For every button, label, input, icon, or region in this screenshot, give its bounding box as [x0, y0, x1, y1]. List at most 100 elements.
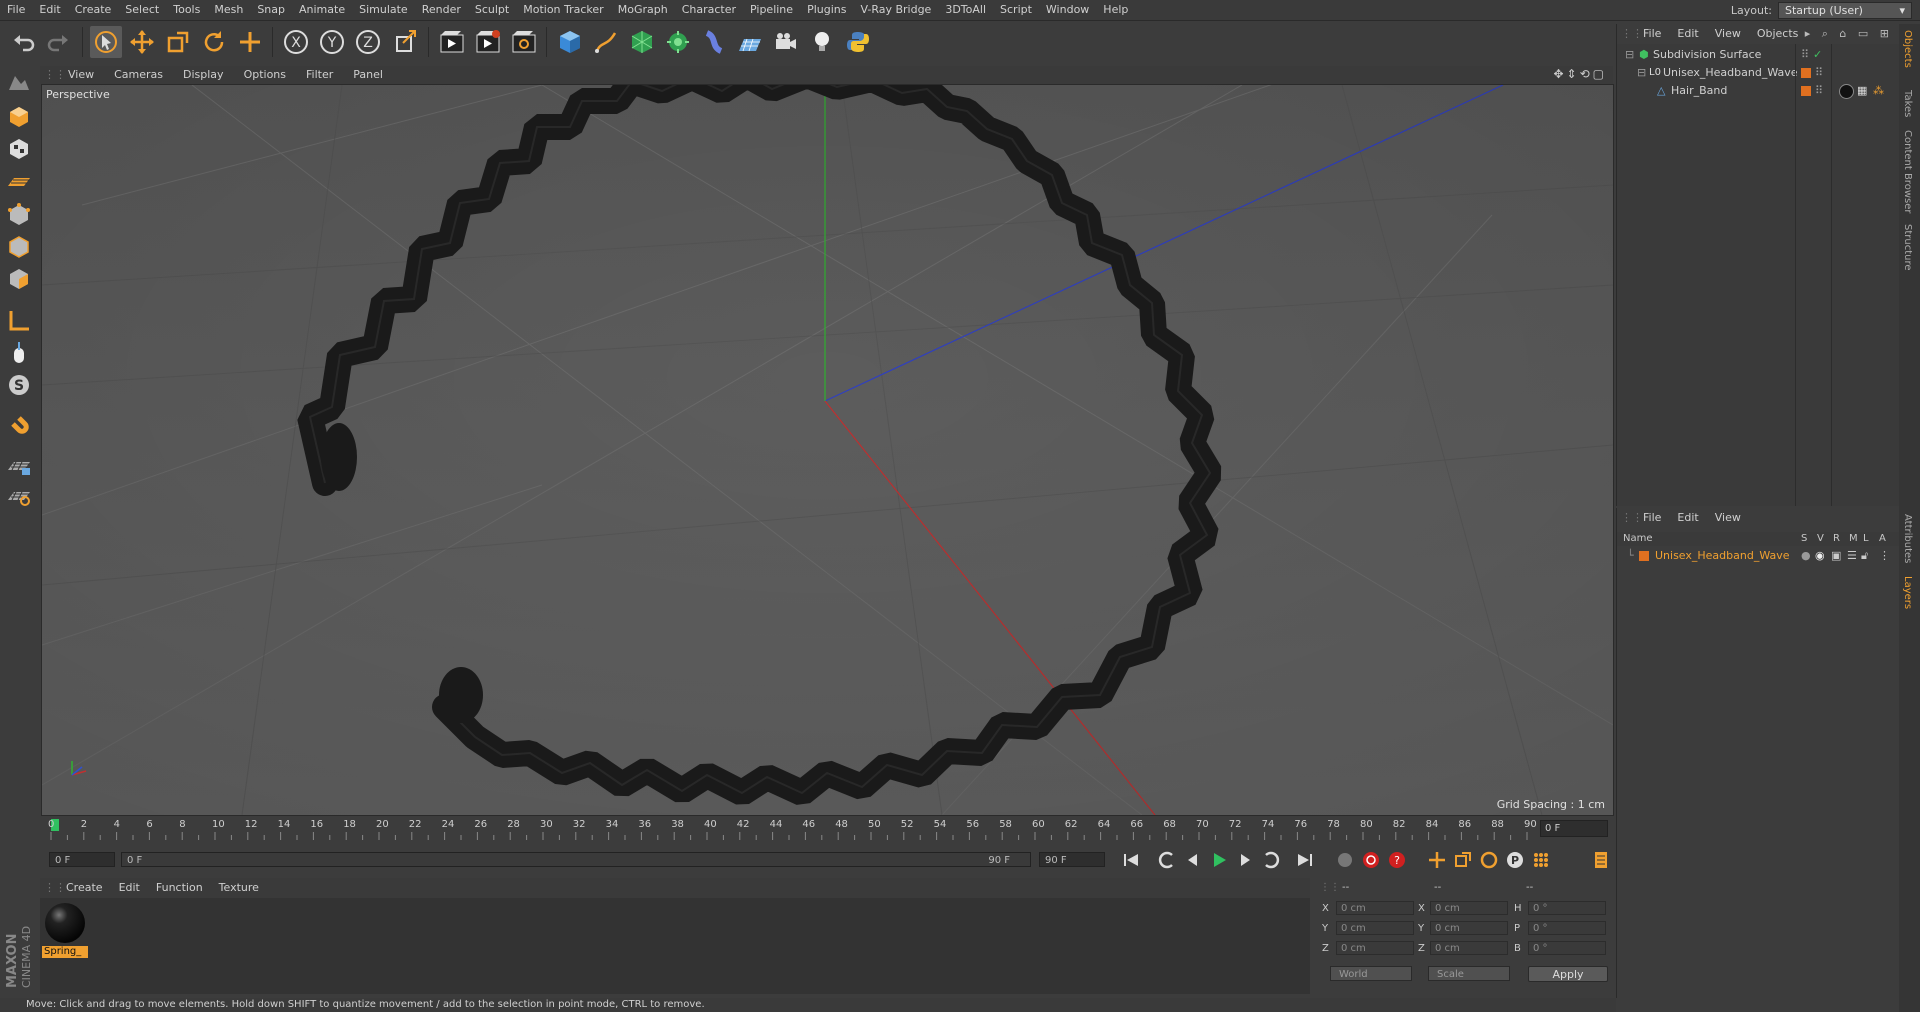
position-x-field[interactable]: 0 cm	[1336, 901, 1414, 915]
tweak-mode-icon[interactable]	[3, 338, 35, 368]
edit-render-settings-icon[interactable]	[508, 26, 540, 58]
menu-animate[interactable]: Animate	[292, 0, 352, 20]
rotate-icon[interactable]	[198, 26, 230, 58]
key-parameter-icon[interactable]: P	[1503, 849, 1527, 871]
snap-icon[interactable]: S	[3, 370, 35, 400]
menu-script[interactable]: Script	[993, 0, 1039, 20]
scale-icon[interactable]	[162, 26, 194, 58]
record-key-icon[interactable]	[1333, 849, 1357, 871]
model-mode-icon[interactable]	[3, 102, 35, 132]
menu-simulate[interactable]: Simulate	[352, 0, 415, 20]
light-icon[interactable]	[806, 26, 838, 58]
key-scale-icon[interactable]	[1451, 849, 1475, 871]
key-rotation-icon[interactable]	[1477, 849, 1501, 871]
tree-collapse-icon[interactable]: ⊟	[1637, 64, 1646, 82]
layer-menu-view[interactable]: View	[1707, 508, 1749, 528]
camera-icon[interactable]	[770, 26, 802, 58]
subdivision-icon[interactable]	[626, 26, 658, 58]
visibility-dots-icon[interactable]: ⠿	[1815, 82, 1823, 100]
menu-character[interactable]: Character	[675, 0, 743, 20]
menu-select[interactable]: Select	[118, 0, 166, 20]
coordinate-system-icon[interactable]	[390, 26, 422, 58]
texture-tag-icon[interactable]: ⁂	[1873, 82, 1884, 100]
size-y-field[interactable]: 0 cm	[1430, 921, 1508, 935]
menu-snap[interactable]: Snap	[250, 0, 292, 20]
menu-plugins[interactable]: Plugins	[800, 0, 853, 20]
tab-takes[interactable]: Takes	[1902, 90, 1913, 117]
apply-button[interactable]: Apply	[1528, 966, 1608, 982]
y-axis-icon[interactable]: Y	[316, 26, 348, 58]
redo-icon[interactable]	[42, 26, 74, 58]
polygons-mode-icon[interactable]	[3, 264, 35, 294]
magnet-icon[interactable]	[3, 410, 35, 440]
menu-file[interactable]: File	[0, 0, 32, 20]
live-selection-icon[interactable]	[90, 26, 122, 58]
key-position-icon[interactable]	[1425, 849, 1449, 871]
layer-menu-file[interactable]: File	[1635, 508, 1669, 528]
viewport-menu-filter[interactable]: Filter	[296, 66, 343, 84]
size-mode-select[interactable]: Scale	[1428, 966, 1510, 981]
menu-mesh[interactable]: Mesh	[207, 0, 250, 20]
coordinate-mode-select[interactable]: World	[1330, 966, 1412, 981]
menu-create[interactable]: Create	[68, 0, 119, 20]
obj-menu-edit[interactable]: Edit	[1669, 24, 1706, 44]
material-tag-icon[interactable]	[1839, 84, 1854, 99]
recent-tool-icon[interactable]	[234, 26, 266, 58]
x-axis-icon[interactable]: X	[280, 26, 312, 58]
planar-workplane-icon[interactable]	[3, 480, 35, 510]
render-view-icon[interactable]	[436, 26, 468, 58]
lock-workplane-icon[interactable]	[3, 450, 35, 480]
next-frame-icon[interactable]	[1233, 849, 1257, 871]
edges-mode-icon[interactable]	[3, 232, 35, 262]
viewport-menu-cameras[interactable]: Cameras	[104, 66, 173, 84]
enabled-check-icon[interactable]: ✓	[1813, 46, 1822, 64]
object-row-subdivision-surface[interactable]: ⊟ ⬢ Subdivision Surface ⠿ ✓	[1617, 46, 1899, 64]
obj-menu-view[interactable]: View	[1707, 24, 1749, 44]
material-menu-edit[interactable]: Edit	[111, 878, 148, 898]
material-menu-texture[interactable]: Texture	[211, 878, 267, 898]
layer-animation-icon[interactable]: ⋮	[1879, 548, 1890, 564]
obj-menu-objects[interactable]: Objects	[1749, 24, 1807, 44]
tab-content-browser[interactable]: Content Browser	[1902, 130, 1913, 213]
rotation-p-field[interactable]: 0 °	[1528, 921, 1606, 935]
layer-color-swatch[interactable]	[1639, 551, 1649, 561]
position-z-field[interactable]: 0 cm	[1336, 941, 1414, 955]
start-frame-field[interactable]: 0 F	[49, 852, 115, 867]
menu-sculpt[interactable]: Sculpt	[468, 0, 516, 20]
layer-view-icon[interactable]: ◉	[1815, 548, 1825, 564]
menu-help[interactable]: Help	[1096, 0, 1135, 20]
auto-key-icon[interactable]	[1359, 849, 1383, 871]
end-frame-field[interactable]: 90 F	[1039, 852, 1105, 867]
position-y-field[interactable]: 0 cm	[1336, 921, 1414, 935]
size-z-field[interactable]: 0 cm	[1430, 941, 1508, 955]
menu-mograph[interactable]: MoGraph	[611, 0, 675, 20]
size-x-field[interactable]: 0 cm	[1430, 901, 1508, 915]
viewport-perspective[interactable]: Perspective Grid Spacing : 1 cm	[41, 84, 1614, 816]
timeline-ruler[interactable]: 0 2 4 6 8 10 12 14 16 18 20 22 24 26 28 30 32 34 36 38 40 42 4…	[41, 816, 1612, 846]
material-menu-create[interactable]: Create	[58, 878, 111, 898]
deformer-icon[interactable]	[698, 26, 730, 58]
obj-search-icons[interactable]: ▸ ⌕ ⌂ ▭ ⊞	[1805, 24, 1893, 44]
object-row-unisex-headband-wave[interactable]: ⊟ L0 Unisex_Headband_Wave ⠿	[1617, 64, 1899, 82]
move-icon[interactable]	[126, 26, 158, 58]
floor-icon[interactable]	[734, 26, 766, 58]
uvw-tag-icon[interactable]: ▦	[1857, 82, 1867, 100]
pen-icon[interactable]	[590, 26, 622, 58]
texture-mode-icon[interactable]	[3, 134, 35, 164]
play-icon[interactable]	[1207, 849, 1231, 871]
layer-menu-edit[interactable]: Edit	[1669, 508, 1706, 528]
key-pla-icon[interactable]	[1529, 849, 1553, 871]
preview-range-slider[interactable]: 0 F 90 F	[121, 852, 1031, 867]
layer-row[interactable]: └ Unisex_Headband_Wave ● ◉ ▣ ☰ 🔓︎ ⋮	[1617, 548, 1899, 564]
layer-color-swatch[interactable]	[1801, 68, 1811, 78]
current-frame-field[interactable]: 0 F	[1540, 820, 1608, 837]
rotation-h-field[interactable]: 0 °	[1528, 901, 1606, 915]
viewport-menu-panel[interactable]: Panel	[343, 66, 393, 84]
python-icon[interactable]	[842, 26, 874, 58]
viewport-nav-icons[interactable]: ✥⇕⟲▢	[1553, 67, 1607, 81]
layer-lock-icon[interactable]: 🔓︎	[1861, 548, 1868, 564]
tab-attributes[interactable]: Attributes	[1902, 514, 1913, 563]
undo-icon[interactable]	[8, 26, 40, 58]
go-to-start-icon[interactable]	[1119, 849, 1143, 871]
axis-mode-icon[interactable]	[3, 306, 35, 336]
